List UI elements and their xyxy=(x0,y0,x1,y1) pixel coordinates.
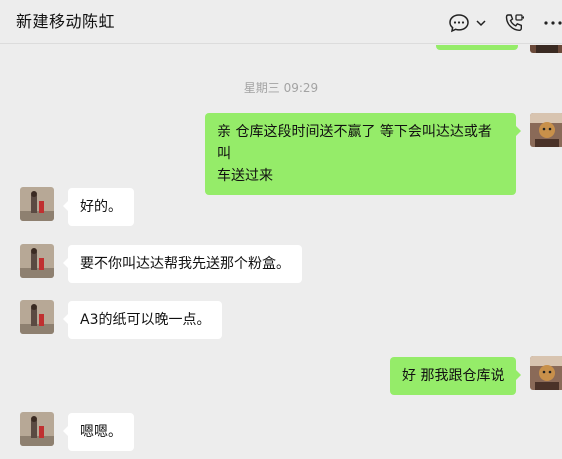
message-bubble-outgoing[interactable]: 好 那我跟仓库说 xyxy=(390,357,522,395)
self-avatar[interactable] xyxy=(530,113,562,147)
more-icon[interactable] xyxy=(542,12,562,34)
self-avatar[interactable] xyxy=(530,45,562,53)
message-text: A3的纸可以晚一点。 xyxy=(80,312,211,328)
message-text: 好 那我跟仓库说 xyxy=(402,368,505,384)
message-text: 好的。 xyxy=(80,199,122,215)
message-bubble-incoming[interactable]: 好的。 xyxy=(63,188,134,226)
contact-avatar[interactable] xyxy=(20,300,54,334)
chat-title: 新建移动陈虹 xyxy=(16,12,116,31)
chat-header: 新建移动陈虹 xyxy=(0,0,562,44)
chevron-down-icon[interactable] xyxy=(474,12,488,34)
contact-avatar[interactable] xyxy=(20,187,54,221)
message-list[interactable]: 星期三 09:29 亲 仓库这段时间送不赢了 等下会叫达达或者叫 车送过来 好的… xyxy=(0,45,562,459)
video-call-icon[interactable] xyxy=(503,12,525,34)
message-timestamp: 星期三 09:29 xyxy=(243,81,319,95)
contact-avatar[interactable] xyxy=(20,412,54,446)
message-text: 嗯嗯。 xyxy=(80,424,122,440)
contact-avatar[interactable] xyxy=(20,244,54,278)
message-text: 要不你叫达达帮我先送那个粉盒。 xyxy=(80,256,290,272)
previous-message-bubble xyxy=(436,45,518,50)
message-bubble-incoming[interactable]: 要不你叫达达帮我先送那个粉盒。 xyxy=(63,245,302,283)
self-avatar[interactable] xyxy=(530,356,562,390)
message-bubble-incoming[interactable]: A3的纸可以晚一点。 xyxy=(62,301,223,339)
message-text: 亲 仓库这段时间送不赢了 等下会叫达达或者叫 xyxy=(217,124,492,162)
message-text: 车送过来 xyxy=(217,168,273,184)
message-bubble-outgoing[interactable]: 亲 仓库这段时间送不赢了 等下会叫达达或者叫 车送过来 xyxy=(205,113,521,195)
chat-bubble-icon[interactable] xyxy=(448,12,470,34)
message-bubble-incoming[interactable]: 嗯嗯。 xyxy=(63,413,134,451)
